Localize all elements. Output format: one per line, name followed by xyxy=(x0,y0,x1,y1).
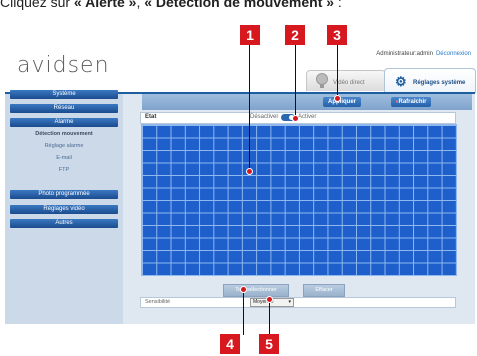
marker-1-leader xyxy=(249,44,250,171)
sidebar-item-other[interactable]: Autres xyxy=(10,219,118,228)
logout-link[interactable]: Déconnexion xyxy=(436,51,471,57)
refresh-button[interactable]: ●Rafraîchir xyxy=(391,97,431,107)
sidebar: Système Réseau Alarme Détection mouvemen… xyxy=(5,90,123,324)
brand-logo: avidsen xyxy=(17,53,110,78)
instruction-caption: Cliquez sur « Alerte », « Détection de m… xyxy=(0,0,477,14)
motion-detection-panel: Appliquer ●Rafraîchir Etat Désactiver Ac… xyxy=(123,94,475,324)
admin-status: Administrateur:admin Déconnexion xyxy=(376,51,471,57)
marker-2-target xyxy=(292,115,299,122)
disable-option[interactable]: Désactiver xyxy=(250,114,278,120)
marker-2-leader xyxy=(295,44,296,117)
clear-button[interactable]: Effacer xyxy=(303,284,345,297)
enable-option[interactable]: Activer xyxy=(298,114,316,120)
callout-marker-3: 3 xyxy=(327,25,347,45)
tab-settings-label: Réglages système xyxy=(413,80,466,86)
sidebar-item-ftp[interactable]: FTP xyxy=(10,165,118,175)
sidebar-item-motion-detection[interactable]: Détection mouvement xyxy=(10,129,118,139)
caption-prefix: Cliquez sur xyxy=(0,0,74,10)
webcam-icon xyxy=(316,73,328,88)
caption-detection: « Détection de mouvement » xyxy=(144,0,335,10)
sidebar-item-scheduled-photo[interactable]: Photo programmée xyxy=(10,190,118,199)
sensitivity-label: Sensibilité xyxy=(145,299,171,305)
gears-icon: ⚙ xyxy=(395,74,407,89)
marker-4-leader xyxy=(243,289,244,335)
caption-alerte: « Alerte » xyxy=(73,0,137,10)
callout-marker-2: 2 xyxy=(285,25,305,45)
sidebar-item-alarm[interactable]: Alarme xyxy=(10,118,118,127)
tab-system-settings[interactable]: ⚙ Réglages système xyxy=(384,68,476,93)
marker-3-target xyxy=(334,95,341,102)
sensitivity-row: Sensibilité Moyenne ▾ xyxy=(140,297,456,308)
sidebar-item-network[interactable]: Réseau xyxy=(10,104,118,113)
detection-zone-grid[interactable] xyxy=(141,124,457,276)
callout-marker-1: 1 xyxy=(240,25,260,45)
marker-4-target xyxy=(240,286,247,293)
sidebar-item-email[interactable]: E-mail xyxy=(10,153,118,163)
state-label: Etat xyxy=(145,114,157,120)
save-button[interactable]: Appliquer xyxy=(323,97,361,107)
sidebar-item-video-settings[interactable]: Réglages vidéo xyxy=(10,205,118,214)
marker-5-target xyxy=(266,296,273,303)
admin-label: Administrateur:admin xyxy=(376,51,433,57)
caption-suffix: : xyxy=(334,0,342,10)
tab-live-video[interactable]: Vidéo direct xyxy=(306,70,386,91)
marker-3-leader xyxy=(337,44,338,98)
refresh-label: Rafraîchir xyxy=(398,99,427,105)
marker-5-leader xyxy=(269,299,270,335)
callout-marker-4: 4 xyxy=(220,334,240,354)
sidebar-item-system[interactable]: Système xyxy=(10,90,118,99)
chevron-down-icon: ▾ xyxy=(288,299,291,305)
callout-marker-5: 5 xyxy=(259,334,279,354)
panel-toolbar: Appliquer ●Rafraîchir xyxy=(142,94,472,110)
marker-1-target xyxy=(246,168,253,175)
select-all-button[interactable]: Tout sélectionner xyxy=(223,284,289,297)
sidebar-item-alarm-settings[interactable]: Réglage alarme xyxy=(10,141,118,151)
